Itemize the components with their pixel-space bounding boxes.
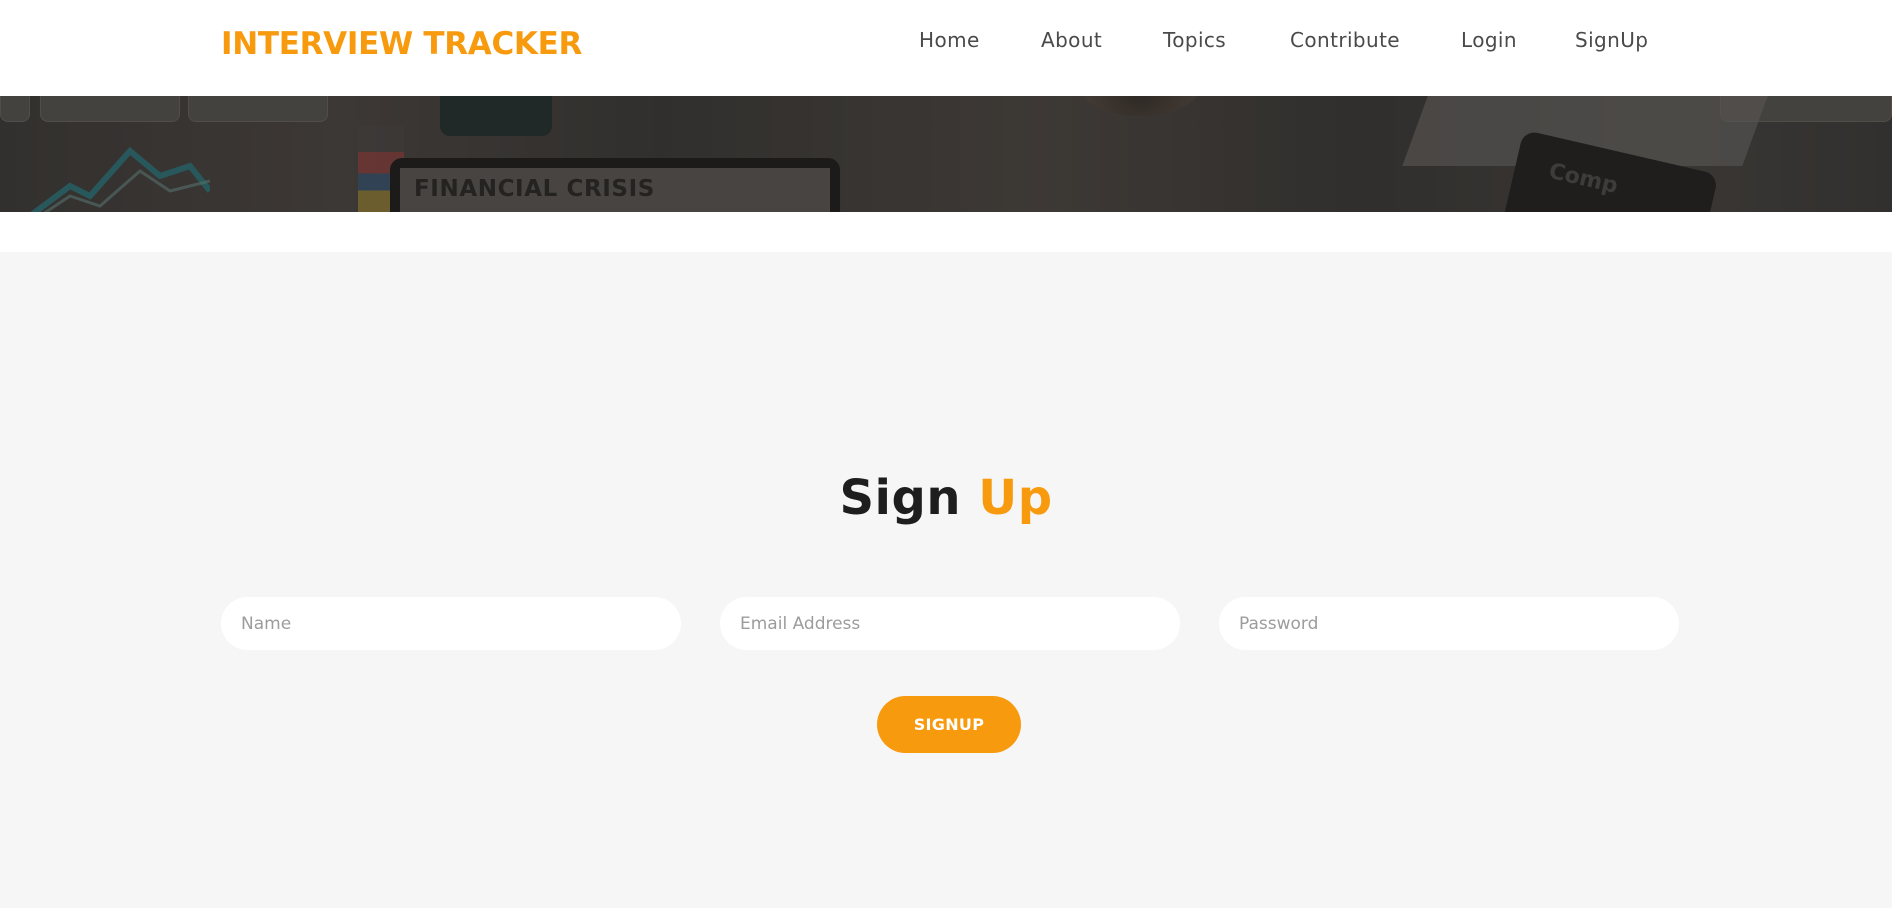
section-title: Sign Up	[0, 468, 1892, 528]
signup-button[interactable]: SIGNUP	[877, 696, 1021, 753]
nav-signup[interactable]: SignUp	[1575, 26, 1648, 54]
nav-topics[interactable]: Topics	[1163, 26, 1226, 54]
hero-overlay	[0, 96, 1892, 212]
nav-contribute[interactable]: Contribute	[1290, 26, 1400, 54]
nav-about[interactable]: About	[1041, 26, 1102, 54]
password-field[interactable]	[1219, 597, 1679, 650]
section-spacer	[0, 212, 1892, 252]
main-nav: Home About Topics Contribute Login SignU…	[0, 26, 1892, 56]
title-accent: Up	[978, 469, 1053, 526]
title-main: Sign	[839, 469, 961, 526]
nav-login[interactable]: Login	[1461, 26, 1517, 54]
signup-section: Sign Up SIGNUP	[0, 252, 1892, 908]
hero-banner: FINANCIAL CRISIS Comp	[0, 96, 1892, 212]
nav-home[interactable]: Home	[919, 26, 980, 54]
navbar: INTERVIEW TRACKER Home About Topics Cont…	[0, 0, 1892, 96]
name-field[interactable]	[221, 597, 681, 650]
email-field[interactable]	[720, 597, 1180, 650]
